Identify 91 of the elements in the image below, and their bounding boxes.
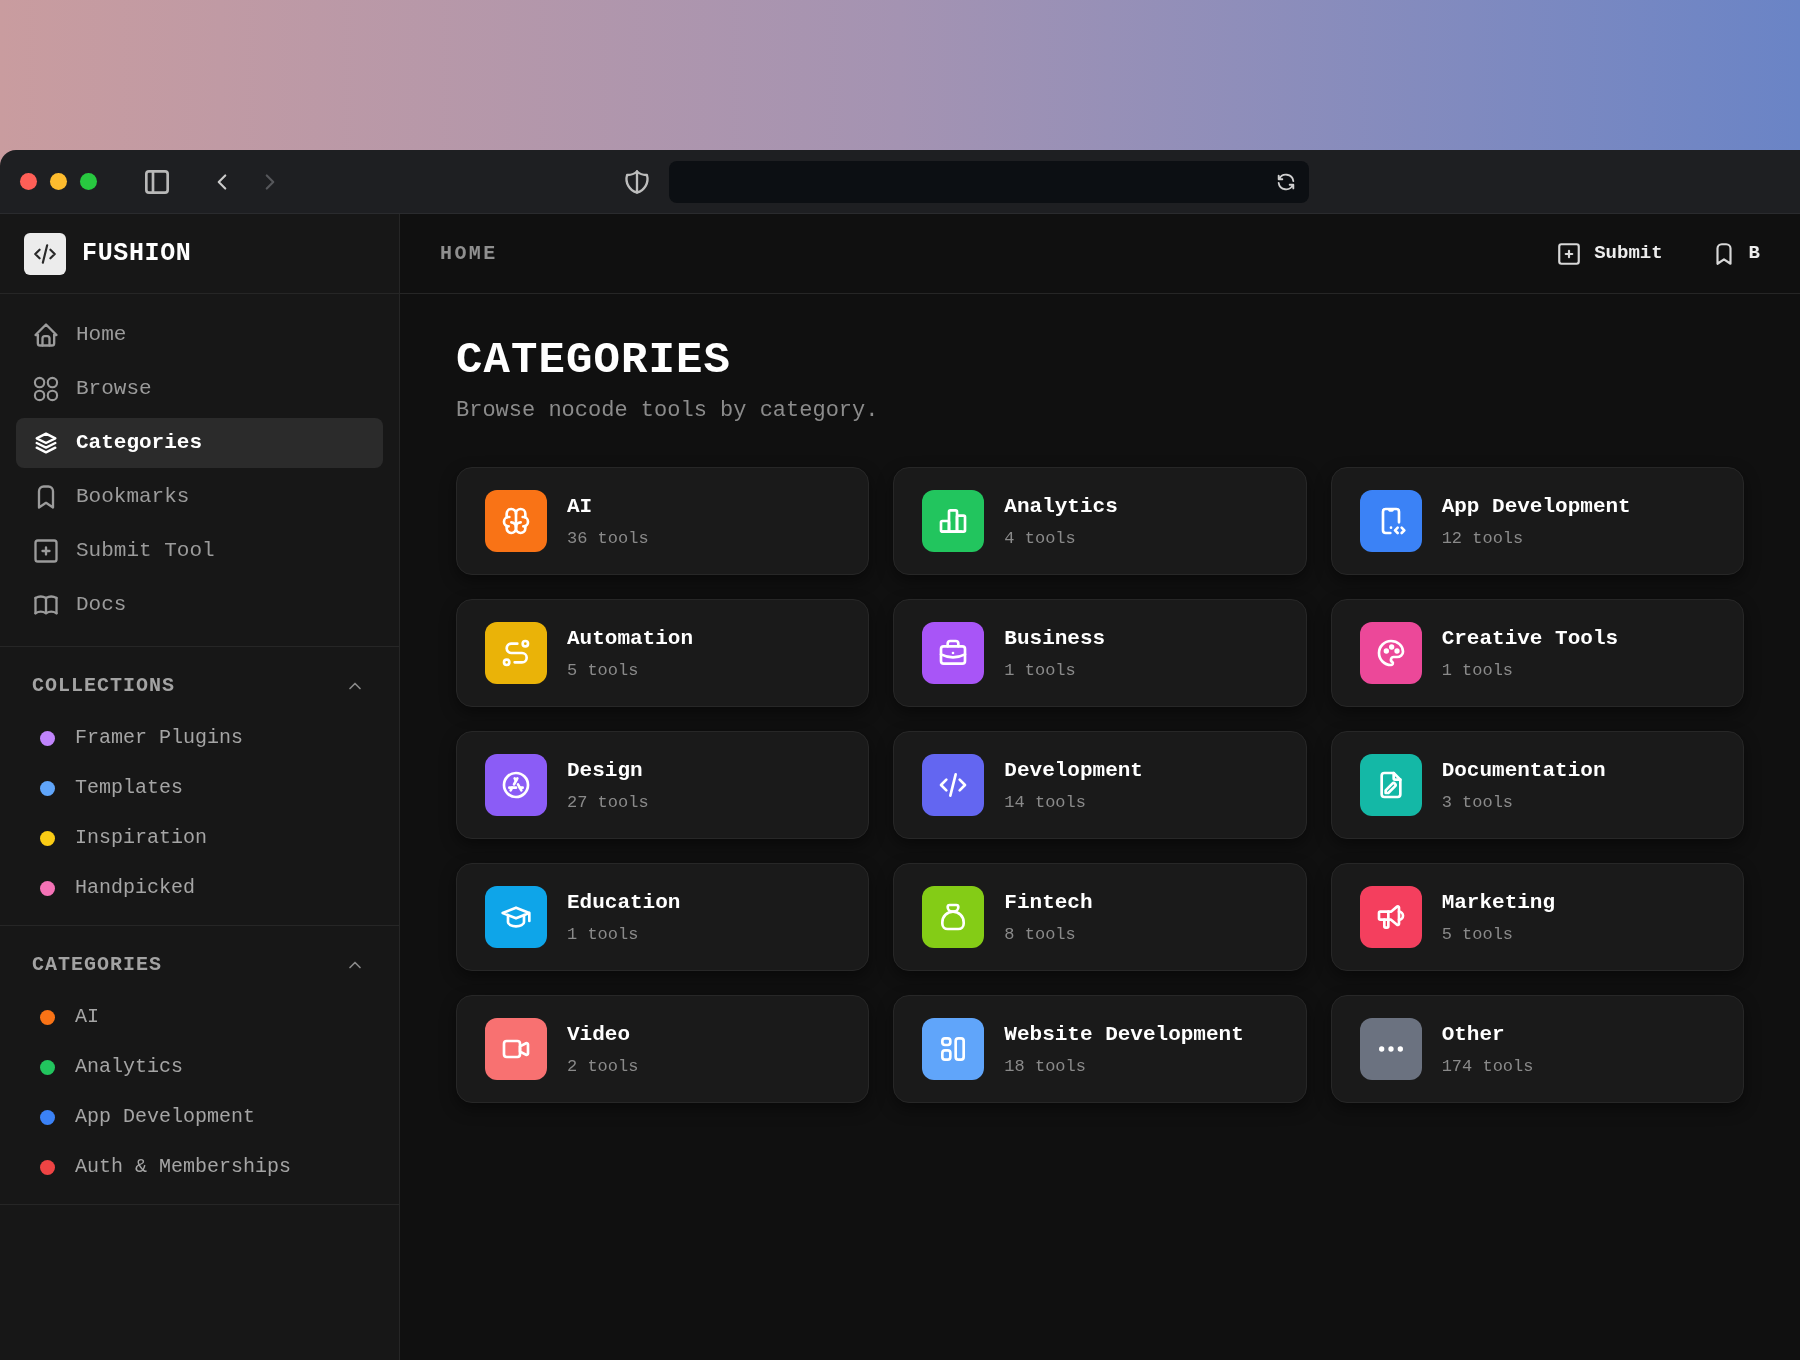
category-name: Development <box>1004 757 1143 784</box>
brand-name[interactable]: FUSHION <box>82 234 192 273</box>
nav-label: Submit Tool <box>76 538 215 565</box>
circles-grid-icon <box>32 375 60 403</box>
submit-button[interactable]: Submit <box>1548 233 1671 274</box>
category-card[interactable]: Documentation 3 tools <box>1330 731 1744 839</box>
nav-link[interactable]: Submit Tool <box>16 526 383 576</box>
nav-link[interactable]: Home <box>16 310 383 360</box>
category-name: Marketing <box>1441 889 1556 916</box>
tool-count: 27 tools <box>567 792 649 814</box>
home-icon <box>32 321 60 349</box>
category-card[interactable]: Education 1 tools <box>456 863 870 971</box>
category-card[interactable]: Design 27 tools <box>456 731 870 839</box>
category-card[interactable]: Website Development 18 tools <box>893 995 1307 1103</box>
sidebar-link[interactable]: Templates <box>16 763 383 813</box>
category-name: Website Development <box>1004 1021 1244 1048</box>
sidebar-link[interactable]: Inspiration <box>16 813 383 863</box>
tool-count: 14 tools <box>1004 792 1087 814</box>
tool-count: 1 tools <box>567 924 640 946</box>
category-name: Creative Tools <box>1441 625 1619 652</box>
tool-count: 2 tools <box>567 1056 639 1078</box>
link-label: Inspiration <box>75 825 208 851</box>
tool-count: 12 tools <box>1441 528 1525 550</box>
plus-square-icon <box>32 537 60 565</box>
category-card[interactable]: Business 1 tools <box>893 599 1307 707</box>
link-label: Analytics <box>75 1054 184 1080</box>
category-name: Documentation <box>1441 757 1606 784</box>
nav-label: Docs <box>76 592 127 619</box>
category-name: Education <box>567 889 681 916</box>
sidebar-link[interactable]: Handpicked <box>16 863 383 913</box>
link-label: Framer Plugins <box>75 725 244 751</box>
category-card[interactable]: AI 36 tools <box>456 467 870 575</box>
category-card[interactable]: Creative Tools 1 tools <box>1330 599 1744 707</box>
category-name: App Development <box>1441 493 1631 520</box>
tool-count: 5 tools <box>567 660 640 682</box>
minimize-button[interactable] <box>50 173 67 190</box>
nav-label: Categories <box>76 430 203 457</box>
tool-count: 4 tools <box>1004 528 1077 550</box>
plus-square-icon <box>1556 240 1583 267</box>
close-button[interactable] <box>20 173 37 190</box>
nav-label: Home <box>76 322 127 349</box>
category-card[interactable]: Analytics 4 tools <box>893 467 1307 575</box>
zoom-button[interactable] <box>80 173 97 190</box>
category-name: AI <box>567 493 594 520</box>
category-card[interactable]: Marketing 5 tools <box>1330 863 1744 971</box>
link-label: AI <box>75 1004 99 1030</box>
nav-link[interactable]: Categories <box>16 418 383 468</box>
section-heading: COLLECTIONS <box>32 673 176 699</box>
category-name: Fintech <box>1004 889 1093 916</box>
page-title: CATEGORIES <box>456 334 733 386</box>
tool-count: 174 tools <box>1441 1056 1534 1078</box>
tool-count: 8 tools <box>1004 924 1077 946</box>
category-name: Analytics <box>1004 493 1118 520</box>
link-label: Handpicked <box>75 875 196 901</box>
sidebar-link[interactable]: Auth & Memberships <box>16 1142 383 1192</box>
tool-count: 36 tools <box>567 528 649 550</box>
sidebar-link[interactable]: App Development <box>16 1092 383 1142</box>
sidebar-link[interactable]: AI <box>16 992 383 1042</box>
sidebar-link[interactable]: Framer Plugins <box>16 713 383 763</box>
shield-icon[interactable] <box>623 167 651 196</box>
address-field[interactable] <box>669 160 1309 203</box>
nav-link[interactable]: Browse <box>16 364 383 414</box>
page-subtitle: Browse nocode tools by category. <box>456 397 880 425</box>
nav-label: Browse <box>76 376 152 403</box>
nav-link[interactable]: Bookmarks <box>16 472 383 522</box>
bookmarks-button[interactable]: B <box>1702 233 1768 274</box>
category-name: Business <box>1004 625 1106 652</box>
category-name: Video <box>567 1021 631 1048</box>
tool-count: 5 tools <box>1441 924 1515 946</box>
link-label: Templates <box>75 775 184 801</box>
category-name: Design <box>567 757 644 784</box>
category-card[interactable]: Automation 5 tools <box>456 599 870 707</box>
sidebar-link[interactable]: Analytics <box>16 1042 383 1092</box>
tool-count: 1 tools <box>1441 660 1515 682</box>
category-card[interactable]: Fintech 8 tools <box>893 863 1307 971</box>
code-logo-icon[interactable] <box>24 232 66 275</box>
link-label: Auth & Memberships <box>75 1154 292 1180</box>
section-heading: CATEGORIES <box>32 952 163 978</box>
category-card[interactable]: Other 174 tools <box>1330 995 1744 1103</box>
category-card[interactable]: Development 14 tools <box>893 731 1307 839</box>
tool-count: 1 tools <box>1004 660 1077 682</box>
tool-count: 18 tools <box>1004 1056 1087 1078</box>
category-card[interactable]: Video 2 tools <box>456 995 870 1103</box>
category-name: Automation <box>567 625 694 652</box>
nav-label: Bookmarks <box>76 484 190 511</box>
tool-count: 3 tools <box>1441 792 1515 814</box>
category-name: Other <box>1441 1021 1506 1048</box>
category-card[interactable]: App Development 12 tools <box>1330 467 1744 575</box>
breadcrumb[interactable]: HOME <box>440 238 498 269</box>
nav-link[interactable]: Docs <box>16 580 383 630</box>
link-label: App Development <box>75 1104 256 1130</box>
